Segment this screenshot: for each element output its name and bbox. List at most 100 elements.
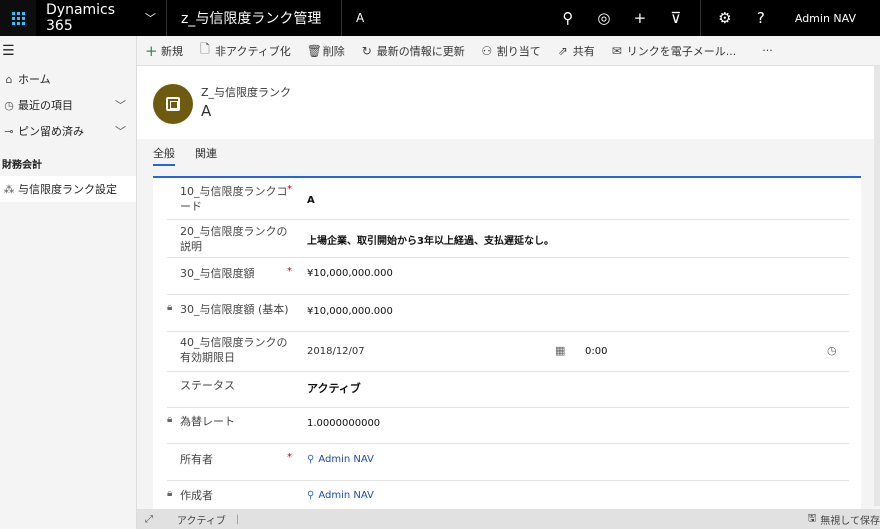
field-row-code: 10_与信限度ランクコード * A [167,178,849,220]
tab-strip: 全般 関連 [153,142,237,166]
save-icon: 🖫 [807,512,817,524]
field-label: 20_与信限度ランクの説明 [180,225,288,253]
more-icon: ··· [762,44,773,57]
field-row-status: ステータス アクティブ [167,372,849,408]
chevron-down-icon: ﹀ [145,12,156,25]
app-switcher[interactable]: Dynamics 365 ﹀ [36,0,167,36]
owner-name: Admin NAV [318,454,374,465]
status-footer: ⤢ アクティブ | 🖫 無視して保存 [137,509,880,529]
entity-icon [166,97,180,111]
required-marker: * [287,266,292,277]
more-commands-button[interactable]: ··· [762,44,773,57]
footer-status: アクティブ [177,515,226,527]
save-button[interactable]: 🖫 無視して保存 [808,511,880,528]
filter-icon[interactable]: ⊽ [658,0,694,36]
field-row-expiry: 40_与信限度ランクの有効期限日 2018/12/07 ▦ 0:00 ◷ [167,332,849,372]
person-icon: ⚲ [307,490,315,501]
expand-icon[interactable]: ⤢ [145,514,153,525]
deactivate-icon: 🗋 [200,42,210,56]
lock-icon: 🔒︎ [167,488,173,499]
expiry-date-input[interactable]: 2018/12/07 [307,346,365,357]
description-value[interactable]: 上場企業、取引開始から3年以上経過、支払遅延なし。 [307,232,554,247]
share-icon: ⇗ [557,43,568,58]
delete-button-label: 削除 [322,44,345,58]
amount-base-value: ¥10,000,000.000 [307,306,393,317]
app-name: Dynamics 365 [46,2,116,34]
top-nav-bar: Dynamics 365 ﹀ z_与信限度ランク管理 A ⚲ ◎ + ⊽ ⚙ ?… [0,0,880,36]
divider: | [235,513,240,525]
sidebar-item-label: ピン留め済み [18,125,84,138]
form-section: 10_与信限度ランクコード * A 20_与信限度ランクの説明 上場企業、取引開… [153,176,861,516]
creator-name: Admin NAV [318,490,374,501]
sidebar-item-pinned[interactable]: ⊸ ピン留め済み ﹀ [0,118,136,144]
deactivate-button-label: 非アクティブ化 [215,44,291,58]
divider [699,0,701,36]
expiry-time-input[interactable]: 0:00 [585,346,607,357]
field-label: 作成者 [180,489,213,502]
clock-icon[interactable]: ◷ [827,344,837,357]
help-icon[interactable]: ? [743,0,779,36]
plus-icon[interactable]: + [622,0,658,36]
exchange-rate-value: 1.0000000000 [307,418,381,429]
waffle-icon[interactable] [0,0,36,36]
plus-icon: + [145,41,158,60]
assign-button-label: 割り当て [496,44,541,58]
sidebar-group-title: 財務会計 [2,159,42,171]
user-menu[interactable]: Admin NAV [779,0,880,36]
chevron-down-icon[interactable]: ﹀ [115,97,126,113]
share-button[interactable]: ⇗ 共有 [557,43,595,59]
sidebar-item-recent[interactable]: ◷ 最近の項目 ﹀ [0,92,136,118]
home-icon: ⌂ [5,72,13,86]
creator-link[interactable]: ⚲ Admin NAV [307,490,374,501]
vertical-scrollbar[interactable] [874,66,880,506]
sidebar-item-label: 最近の項目 [18,99,73,112]
field-row-owner: 所有者 * ⚲ Admin NAV [167,444,849,481]
delete-icon: 🗑 [306,43,323,58]
record-header: Z_与信限度ランク A [137,67,880,139]
new-button-label: 新規 [161,44,183,58]
entity-title[interactable]: z_与信限度ランク管理 [167,0,342,36]
puzzle-icon: ⁂ [3,182,15,196]
sidebar-item-credit-rank-settings[interactable]: ⁂ 与信限度ランク設定 [0,176,136,202]
email-link-icon: ✉ [611,43,622,58]
tab-general[interactable]: 全般 [153,142,175,166]
deactivate-button[interactable]: 🗋 非アクティブ化 [199,40,291,61]
chevron-down-icon[interactable]: ﹀ [115,123,126,139]
field-label: ステータス [180,379,235,392]
pin-icon: ⊸ [4,124,14,138]
field-label: 10_与信限度ランクコード [180,185,288,213]
recent-icon: ◷ [4,98,14,112]
person-icon: ⚲ [307,454,315,465]
amount-value[interactable]: ¥10,000,000.000 [307,268,393,279]
field-label: 所有者 [180,453,213,466]
owner-link[interactable]: ⚲ Admin NAV [307,454,374,465]
hamburger-icon[interactable]: ☰ [0,36,136,66]
calendar-icon[interactable]: ▦ [555,344,565,357]
sidebar-item-home[interactable]: ⌂ ホーム [0,66,136,92]
save-label: 無視して保存 [820,515,880,527]
required-marker: * [287,452,292,463]
task-icon[interactable]: ◎ [586,0,622,36]
field-row-amount-base: 🔒︎ 30_与信限度額 (基本) ¥10,000,000.000 [167,295,849,332]
field-label: 30_与信限度額 (基本) [180,303,289,316]
delete-button[interactable]: 🗑 削除 [307,43,345,59]
sidebar-item-label: ホーム [18,73,51,86]
sidebar-item-label: 与信限度ランク設定 [18,183,117,196]
new-button[interactable]: + 新規 [145,42,183,60]
assign-button[interactable]: ⚇ 割り当て [481,43,541,59]
sitemap: ☰ ⌂ ホーム ◷ 最近の項目 ﹀ ⊸ ピン留め済み ﹀ 財務会計 ⁂ 与信限度… [0,36,137,529]
email-link-button[interactable]: ✉ リンクを電子メール... [611,43,737,59]
field-row-amount: 30_与信限度額 * ¥10,000,000.000 [167,258,849,295]
refresh-button-label: 最新の情報に更新 [376,44,465,58]
field-row-description: 20_与信限度ランクの説明 上場企業、取引開始から3年以上経過、支払遅延なし。 [167,220,849,258]
tab-related[interactable]: 関連 [195,142,217,166]
record-name: A [356,11,365,25]
field-label: 30_与信限度額 [180,267,255,280]
refresh-button[interactable]: ↻ 最新の情報に更新 [361,43,465,59]
lock-icon: 🔒︎ [167,302,173,313]
code-value[interactable]: A [307,195,315,206]
gear-icon[interactable]: ⚙ [707,0,743,36]
status-value[interactable]: アクティブ [307,380,361,396]
search-icon[interactable]: ⚲ [550,0,586,36]
field-row-exchange-rate: 🔒︎ 為替レート 1.0000000000 [167,408,849,444]
